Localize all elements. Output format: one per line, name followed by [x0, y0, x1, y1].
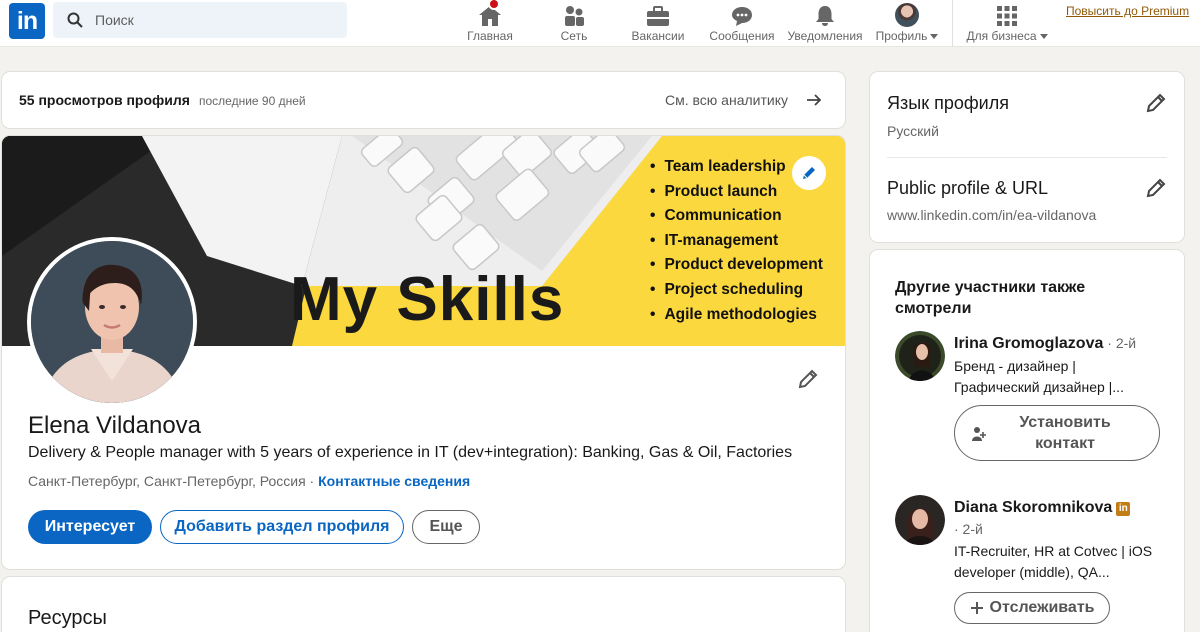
nav-network[interactable]: Сеть [546, 0, 602, 47]
also-viewed-card: Другие участники также смотрели Irina Gr… [870, 250, 1184, 632]
nav-profile[interactable]: Профиль [872, 0, 942, 47]
skill-item: Communication [650, 207, 823, 232]
follow-button-label: Отслеживать [989, 599, 1095, 616]
nav-notifications-label: Уведомления [787, 29, 863, 43]
briefcase-icon [647, 6, 669, 26]
search-icon [67, 12, 83, 28]
add-profile-section-button[interactable]: Добавить раздел профиля [160, 510, 404, 544]
nav-business[interactable]: Для бизнеса [962, 0, 1052, 47]
skill-item: Project scheduling [650, 281, 823, 306]
edit-url-pencil-icon[interactable] [1145, 177, 1167, 199]
nav-messaging[interactable]: Сообщения [706, 0, 778, 47]
caret-down-icon [930, 34, 939, 40]
profile-settings-card: Язык профиля Русский Public profile & UR… [870, 72, 1184, 242]
search-placeholder: Поиск [95, 12, 134, 28]
caret-down-icon [1039, 34, 1048, 40]
profile-location: Санкт-Петербург, Санкт-Петербург, Россия [28, 473, 306, 489]
divider [887, 157, 1167, 158]
nav-profile-label: Профиль [875, 29, 928, 43]
nav-notifications[interactable]: Уведомления [786, 0, 864, 47]
pencil-icon [803, 167, 815, 179]
profile-card: My Skills Team leadership Product launch… [2, 136, 845, 569]
bell-icon [816, 6, 834, 26]
skill-item: IT-management [650, 232, 823, 257]
network-icon [565, 6, 584, 26]
public-profile-title: Public profile & URL [887, 178, 1049, 198]
analytics-card: 55 просмотров профиля последние 90 дней … [2, 72, 845, 128]
premium-link[interactable]: Повысить до Premium [1066, 4, 1189, 18]
person-headline-line: Графический дизайнер |... [954, 379, 1124, 395]
connection-degree: · 2-й [954, 521, 983, 537]
connect-button[interactable]: Установить контакт [954, 405, 1160, 461]
search-input[interactable]: Поиск [53, 2, 347, 38]
edit-banner-button[interactable] [792, 156, 826, 190]
profile-location-row: Санкт-Петербург, Санкт-Петербург, Россия… [28, 473, 470, 489]
person-name[interactable]: Diana Skoromnikova [954, 499, 1112, 516]
person-photo [895, 495, 945, 545]
arrow-right-icon[interactable] [806, 92, 822, 108]
profile-language-value: Русский [887, 123, 939, 139]
profile-headline: Delivery & People manager with 5 years o… [28, 444, 793, 461]
nav-home-label: Главная [467, 29, 513, 43]
person-avatar[interactable] [895, 495, 945, 545]
nav-messaging-label: Сообщения [709, 29, 775, 43]
follow-button[interactable]: Отслеживать [954, 592, 1110, 624]
edit-language-pencil-icon[interactable] [1145, 92, 1167, 114]
edit-profile-pencil-icon[interactable] [797, 368, 819, 390]
views-period: последние 90 дней [199, 94, 306, 108]
person-name-row[interactable]: Irina Gromoglazova · 2-й [954, 335, 1136, 353]
linkedin-logo[interactable]: in [9, 3, 45, 39]
also-viewed-title: Другие участники также смотрели [895, 279, 1086, 317]
person-headline-line: IT-Recruiter, HR at Cotvec | iOS [954, 543, 1153, 559]
plus-icon [970, 602, 983, 614]
person-headline-line: developer (middle), QA... [954, 564, 1110, 580]
more-button[interactable]: Еще [412, 510, 480, 544]
add-person-icon [972, 427, 986, 441]
skill-item: Product development [650, 256, 822, 281]
nav-network-label: Сеть [560, 29, 588, 43]
skill-item: Product launch [650, 183, 823, 208]
grid-icon [997, 6, 1017, 26]
nav-home[interactable]: Главная [462, 0, 518, 47]
person-avatar[interactable] [895, 331, 945, 381]
see-all-analytics-link[interactable]: См. всю аналитику [665, 92, 788, 108]
separator-dot: · [305, 473, 319, 489]
messaging-icon [732, 7, 752, 26]
resources-title: Ресурсы [28, 607, 107, 629]
nav-jobs[interactable]: Вакансии [626, 0, 690, 47]
banner-title: My Skills [290, 265, 565, 334]
profile-photo-image [31, 241, 193, 403]
profile-views[interactable]: 55 просмотров профиля [19, 92, 190, 108]
public-profile-url[interactable]: www.linkedin.com/in/ea-vildanova [887, 207, 1096, 223]
person-name-row[interactable]: Diana Skoromnikova in [954, 499, 1131, 517]
profile-avatar [895, 3, 919, 27]
connection-degree: · 2-й [1103, 335, 1137, 351]
skill-item: Agile methodologies [650, 306, 823, 331]
profile-name: Elena Vildanova [28, 412, 202, 439]
person-name[interactable]: Irina Gromoglazova [954, 335, 1103, 352]
profile-language-title: Язык профиля [887, 93, 1009, 113]
open-to-button[interactable]: Интересует [28, 510, 152, 544]
profile-photo[interactable] [27, 237, 197, 407]
person-photo [895, 331, 945, 381]
linkedin-premium-badge-icon: in [1116, 502, 1131, 516]
nav-divider [952, 0, 953, 47]
person-headline-line: Бренд - дизайнер | [954, 358, 1076, 374]
top-navigation: in Поиск Главная Сеть Вакансии Сообщения… [0, 0, 1200, 47]
nav-business-label: Для бизнеса [966, 29, 1037, 43]
contact-info-link[interactable]: Контактные сведения [318, 473, 470, 489]
nav-jobs-label: Вакансии [631, 29, 685, 43]
resources-card: Ресурсы [2, 577, 845, 632]
